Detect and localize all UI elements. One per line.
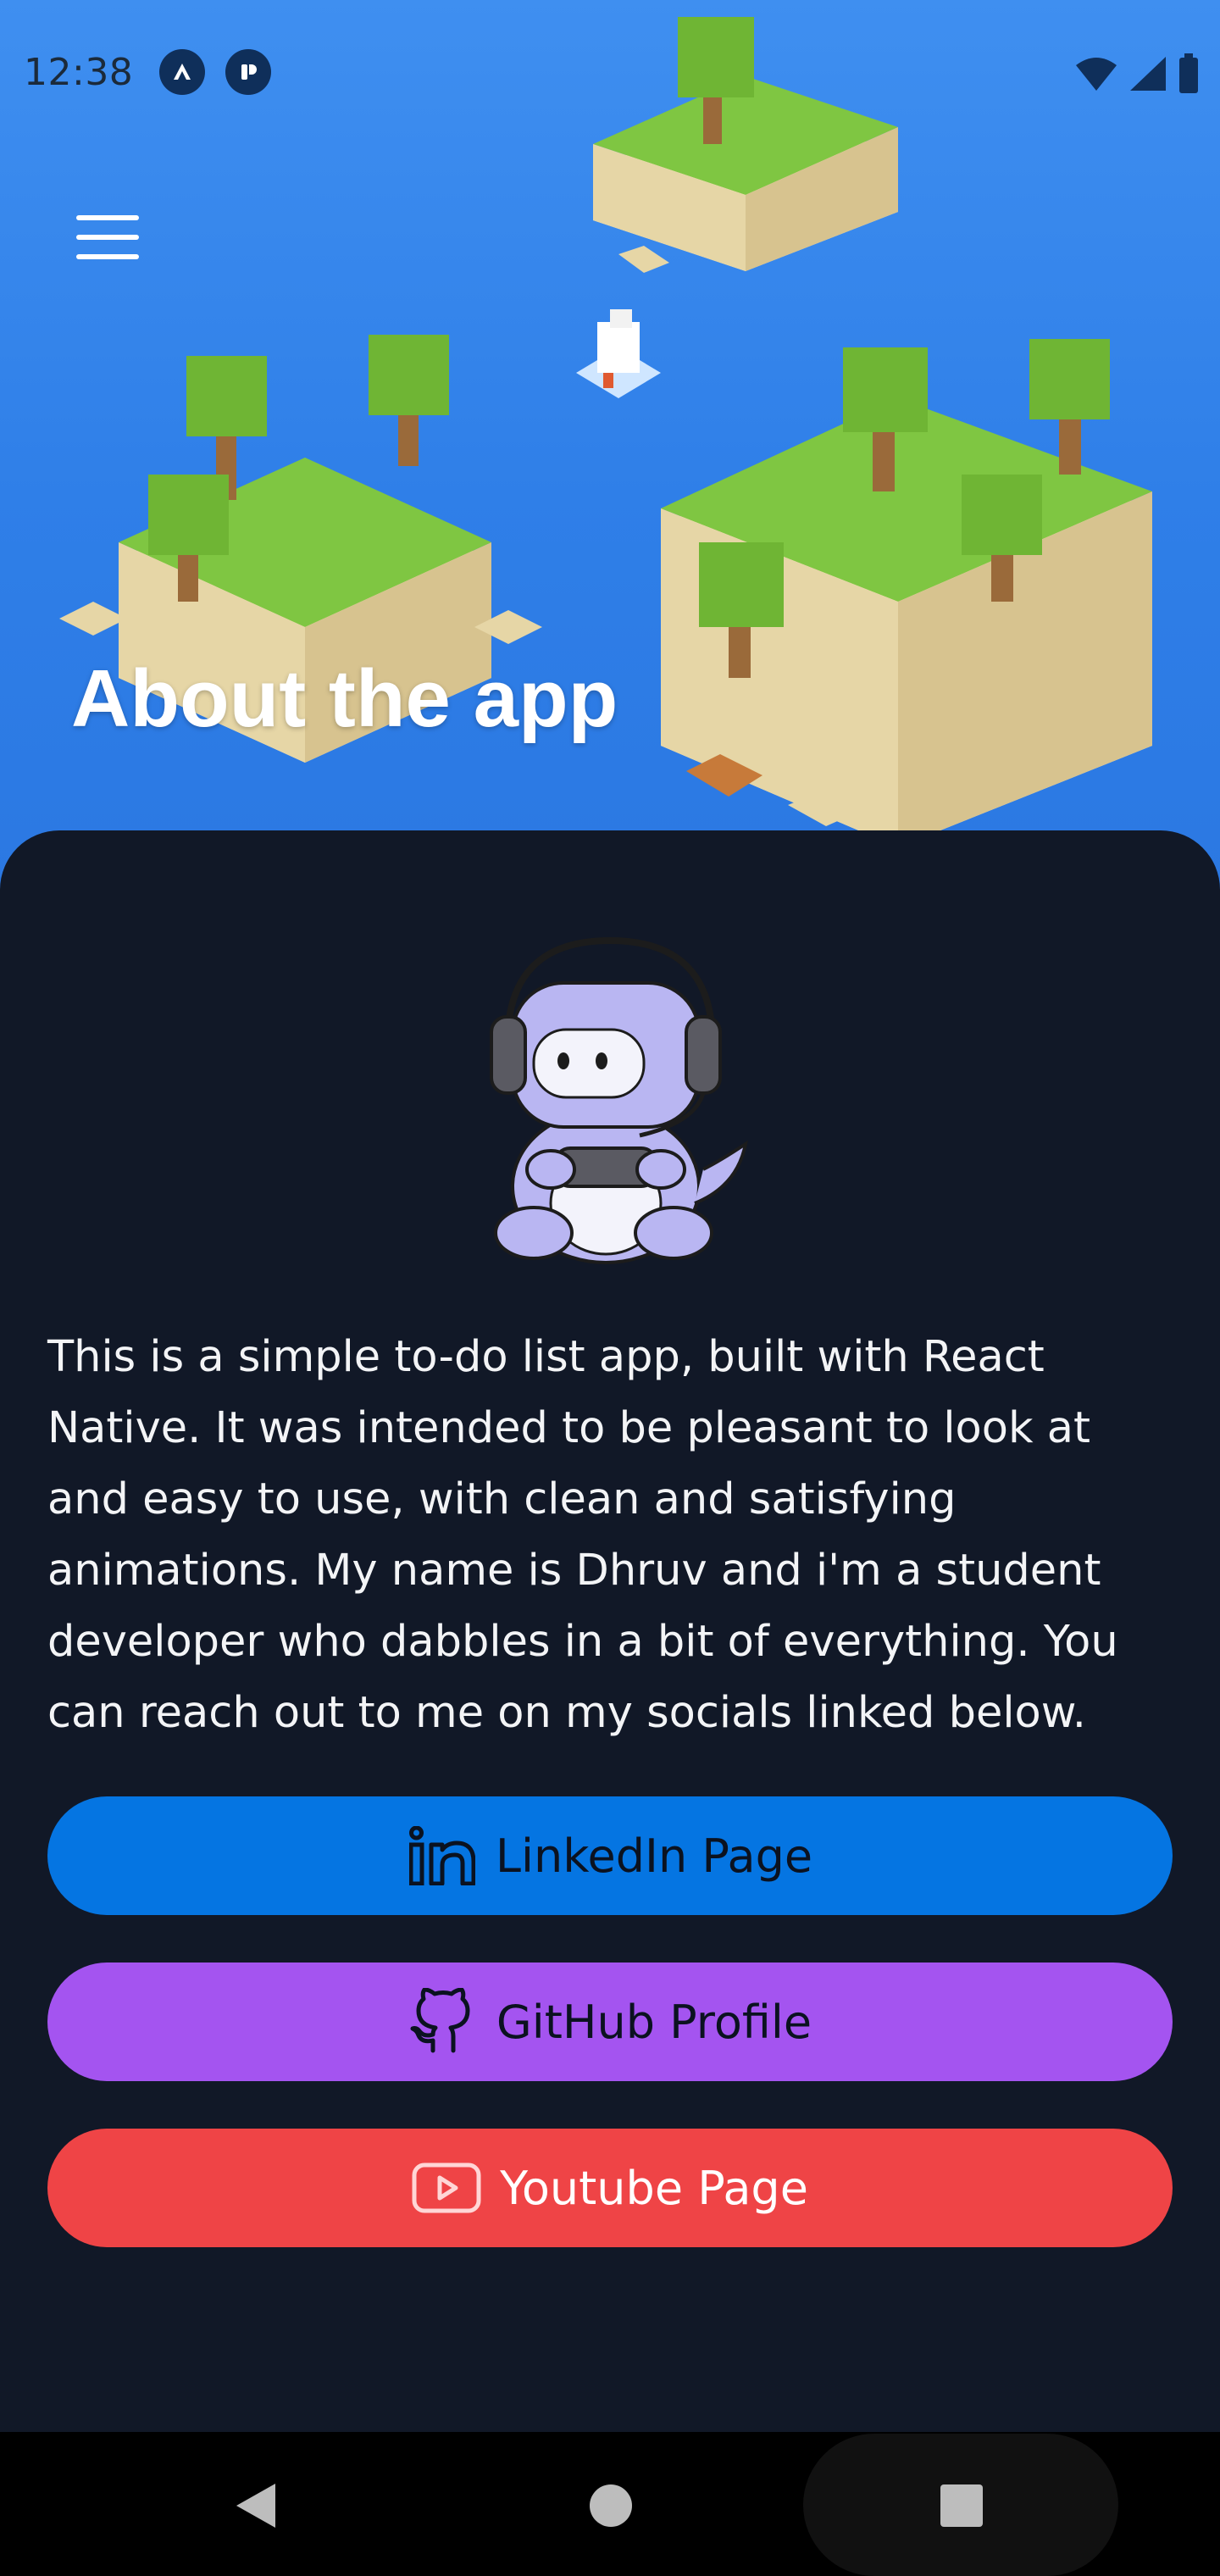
cellular-signal-icon xyxy=(1130,57,1166,91)
hamburger-menu-icon[interactable] xyxy=(69,210,146,264)
linkedin-page-button[interactable]: LinkedIn Page xyxy=(47,1796,1173,1915)
youtube-page-button[interactable]: Youtube Page xyxy=(47,2129,1173,2247)
github-button-label: GitHub Profile xyxy=(496,1995,812,2049)
recents-icon[interactable] xyxy=(923,2468,1000,2544)
expo-icon xyxy=(159,49,205,95)
status-bar: 12:38 xyxy=(0,0,1220,144)
linkedin-icon xyxy=(408,1821,477,1890)
gamer-robot-mascot-illustration xyxy=(490,936,748,1264)
github-profile-button[interactable]: GitHub Profile xyxy=(47,1963,1173,2081)
battery-icon xyxy=(1179,53,1198,93)
app-notification-icon xyxy=(225,49,271,95)
status-time: 12:38 xyxy=(24,51,134,94)
youtube-icon xyxy=(412,2153,481,2223)
back-icon[interactable] xyxy=(217,2468,293,2544)
page-title: About the app xyxy=(71,653,618,744)
wifi-icon xyxy=(1076,58,1117,91)
header-hero: 12:38 About the app xyxy=(0,0,1220,898)
github-icon xyxy=(408,1987,478,2057)
about-description: This is a simple to-do list app, built w… xyxy=(47,1332,1118,1738)
youtube-button-label: Youtube Page xyxy=(500,2161,808,2215)
linkedin-button-label: LinkedIn Page xyxy=(495,1829,813,1883)
home-icon[interactable] xyxy=(573,2468,649,2544)
